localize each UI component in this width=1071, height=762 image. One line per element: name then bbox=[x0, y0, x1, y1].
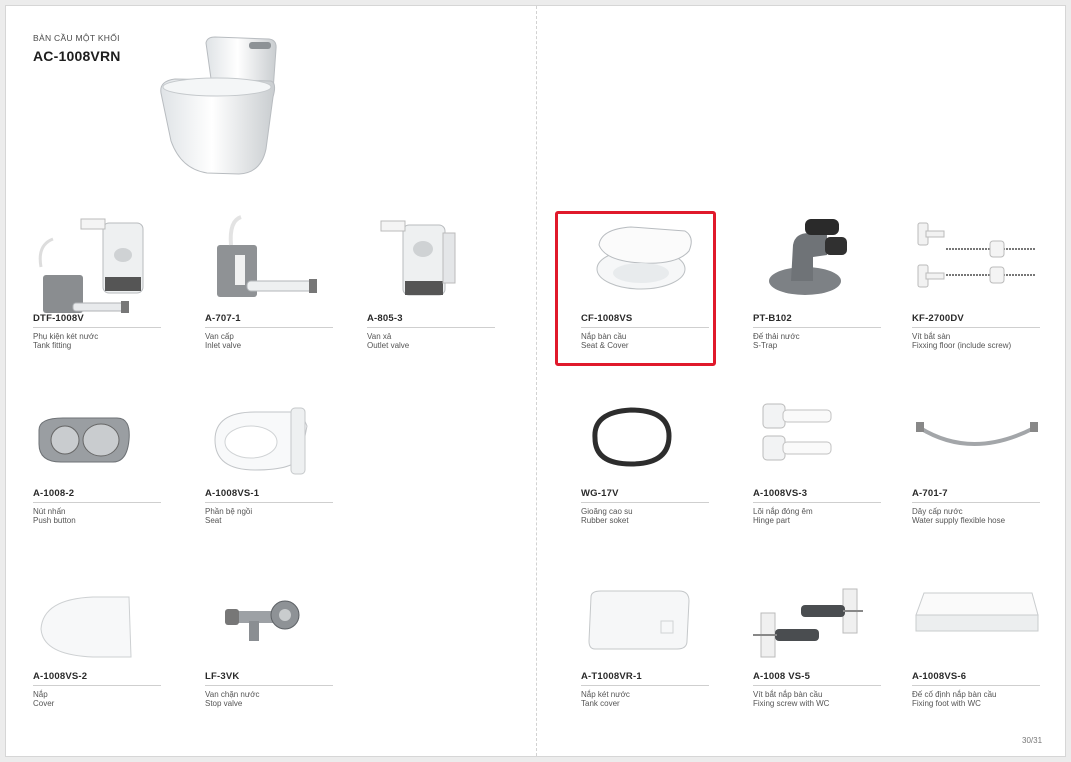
divider bbox=[912, 502, 1040, 503]
part-code: LF-3VK bbox=[205, 671, 240, 682]
divider bbox=[912, 327, 1040, 328]
model-title: AC-1008VRN bbox=[33, 48, 121, 64]
part-name-vi: Vít bắt sàn bbox=[912, 332, 951, 341]
part-name-en: Seat & Cover bbox=[581, 341, 629, 350]
part-code: PT-B102 bbox=[753, 313, 792, 324]
part-name-vi: Nắp bbox=[33, 690, 48, 699]
part-name-vi: Nắp két nước bbox=[581, 690, 630, 699]
part-name-en: Inlet valve bbox=[205, 341, 242, 350]
seat-icon bbox=[214, 407, 308, 475]
part-name-vi: Lõi nắp đóng êm bbox=[753, 507, 813, 516]
seat-fixing-screw-icon bbox=[753, 588, 863, 658]
divider bbox=[367, 327, 495, 328]
part-code: A-1008 VS-5 bbox=[753, 671, 811, 682]
part-name-en: Cover bbox=[33, 699, 55, 708]
part-code: A-1008VS-6 bbox=[912, 671, 967, 682]
one-piece-toilet-icon bbox=[160, 36, 277, 175]
part-name-vi: Đế cố định nắp bàn cầu bbox=[912, 690, 997, 699]
part-name-vi: Nắp bàn cầu bbox=[581, 332, 627, 341]
part-code: A-707-1 bbox=[205, 313, 241, 324]
part-name-vi: Dây cấp nước bbox=[912, 507, 963, 516]
part-name-vi: Đế thải nước bbox=[753, 332, 800, 341]
part-code: DTF-1008V bbox=[33, 313, 84, 324]
part-name-en: Tank fitting bbox=[33, 341, 72, 350]
part-code: A-701-7 bbox=[912, 488, 948, 499]
tank-cover-icon bbox=[588, 590, 690, 650]
catalog-spread: BÀN CẦU MỘT KHỐI AC-1008VRN DTF-1008V Phụ… bbox=[5, 5, 1066, 757]
part-name-en: Tank cover bbox=[581, 699, 620, 708]
part-name-en: Hinge part bbox=[753, 516, 790, 525]
hinge-part-icon bbox=[762, 403, 832, 461]
part-name-vi: Nút nhấn bbox=[33, 507, 66, 516]
part-code: KF-2700DV bbox=[912, 313, 964, 324]
seat-cover-icon bbox=[596, 226, 692, 290]
divider bbox=[753, 685, 881, 686]
divider bbox=[912, 685, 1040, 686]
divider bbox=[581, 327, 709, 328]
part-name-en: Rubber soket bbox=[581, 516, 629, 525]
s-trap-icon bbox=[769, 219, 847, 295]
divider bbox=[581, 502, 709, 503]
stop-valve-icon bbox=[225, 600, 300, 641]
part-code: A-1008VS-2 bbox=[33, 671, 88, 682]
divider bbox=[33, 502, 161, 503]
divider bbox=[753, 327, 881, 328]
part-code: WG-17V bbox=[581, 488, 619, 499]
flexible-hose-icon bbox=[916, 422, 1038, 446]
part-name-vi: Gioăng cao su bbox=[581, 507, 633, 516]
page-spine bbox=[536, 6, 537, 756]
part-code: A-1008-2 bbox=[33, 488, 75, 499]
outlet-valve-icon bbox=[380, 220, 456, 296]
part-name-en: Fixing foot with WC bbox=[912, 699, 981, 708]
part-name-en: Water supply flexible hose bbox=[912, 516, 1006, 525]
part-name-vi: Van chặn nước bbox=[205, 690, 260, 699]
tank-fitting-icon bbox=[38, 218, 144, 313]
divider bbox=[581, 685, 709, 686]
divider bbox=[753, 502, 881, 503]
cover-icon bbox=[40, 596, 132, 658]
divider bbox=[205, 685, 333, 686]
part-name-en: Outlet valve bbox=[367, 341, 410, 350]
part-code: A-1008VS-1 bbox=[205, 488, 260, 499]
part-name-en: Seat bbox=[205, 516, 222, 525]
part-code: CF-1008VS bbox=[581, 313, 633, 324]
part-code: A-805-3 bbox=[367, 313, 403, 324]
floor-screw-icon bbox=[917, 222, 1036, 288]
part-name-vi: Van cấp bbox=[205, 332, 234, 341]
divider bbox=[33, 327, 161, 328]
page-number: 30/31 bbox=[1022, 736, 1043, 745]
push-button-icon bbox=[38, 417, 130, 463]
part-name-en: Stop valve bbox=[205, 699, 243, 708]
part-name-vi: Vít bắt nắp bàn cầu bbox=[753, 690, 823, 699]
part-name-en: Push button bbox=[33, 516, 76, 525]
divider bbox=[33, 685, 161, 686]
divider bbox=[205, 502, 333, 503]
rubber-gasket-icon bbox=[592, 407, 672, 467]
part-code: A-T1008VR-1 bbox=[581, 671, 642, 682]
fixing-foot-icon bbox=[915, 592, 1039, 632]
part-name-en: Fixxing floor (include screw) bbox=[912, 341, 1012, 350]
divider bbox=[205, 327, 333, 328]
part-name-en: S-Trap bbox=[753, 341, 778, 350]
part-code: A-1008VS-3 bbox=[753, 488, 808, 499]
part-name-vi: Van xả bbox=[367, 332, 392, 341]
category-title: BÀN CẦU MỘT KHỐI bbox=[33, 33, 120, 43]
part-name-vi: Phần bệ ngồi bbox=[205, 507, 253, 516]
part-name-vi: Phụ kiện két nước bbox=[33, 332, 99, 341]
part-name-en: Fixing screw with WC bbox=[753, 699, 830, 708]
inlet-valve-icon bbox=[217, 215, 317, 297]
